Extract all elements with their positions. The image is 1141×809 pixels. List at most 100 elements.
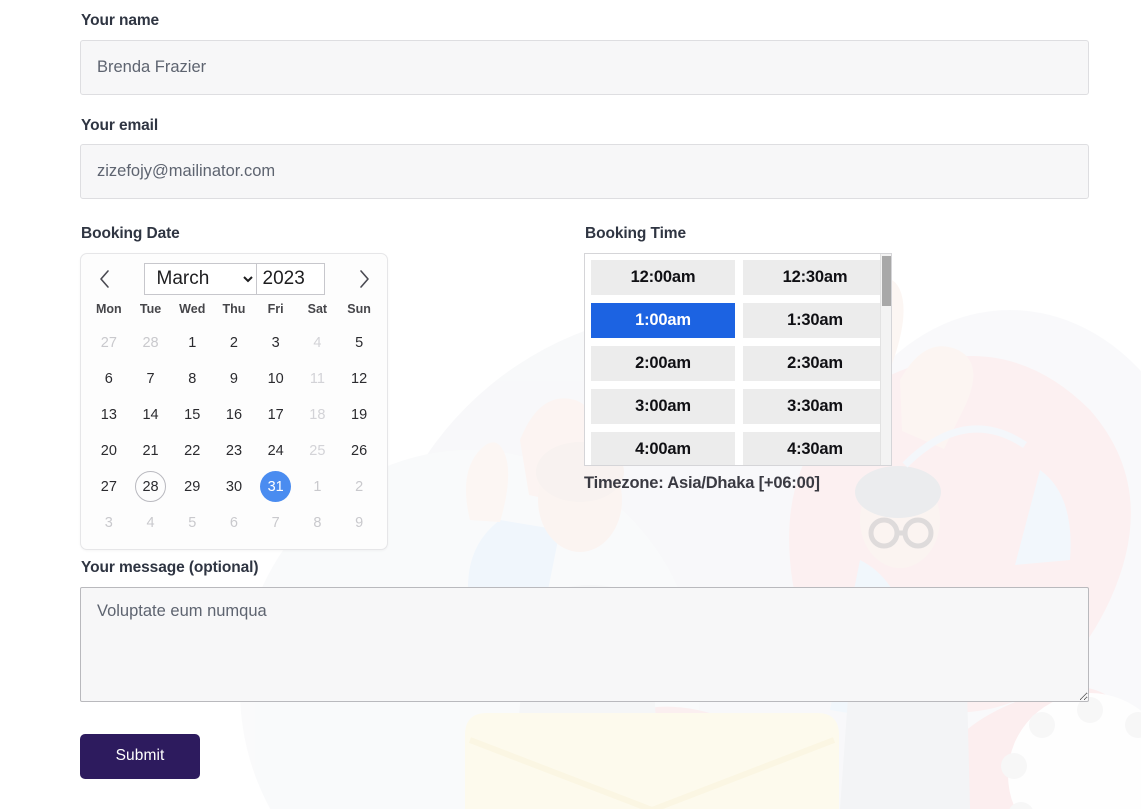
calendar-week-row: 27 28 29 30 31 12 [88, 469, 380, 505]
time-slot-12-30am[interactable]: 12:30am [743, 260, 887, 295]
chevron-left-icon[interactable] [91, 266, 117, 292]
calendar-day-cell: 7 [255, 505, 297, 541]
calendar-body: 2728123456789101112131415161718192021222… [88, 325, 380, 541]
email-label: Your email [81, 117, 1090, 136]
calendar-day-29[interactable]: 29 [177, 471, 208, 502]
calendar-day-cell: 18 [297, 397, 339, 433]
calendar-day-28[interactable]: 28 [135, 471, 166, 502]
calendar-day-cell: 20 [88, 433, 130, 469]
time-slot-4-00am[interactable]: 4:00am [591, 432, 735, 466]
calendar-day-cell: 22 [171, 433, 213, 469]
calendar-day-3: 3 [93, 507, 124, 538]
calendar-day-12[interactable]: 12 [344, 363, 375, 394]
time-list-scrollbar[interactable] [880, 254, 891, 465]
time-list-scrollbar-thumb[interactable] [882, 256, 891, 306]
calendar-day-cell: 13 [88, 397, 130, 433]
booking-date-label: Booking Date [81, 225, 570, 244]
calendar-day-1[interactable]: 1 [177, 327, 208, 358]
calendar-day-22[interactable]: 22 [177, 435, 208, 466]
time-slot-2-00am[interactable]: 2:00am [591, 346, 735, 381]
time-slot-row: 1:00am1:30am [591, 303, 887, 338]
calendar-weekday-sun: Sun [338, 300, 380, 325]
time-slot-4-30am[interactable]: 4:30am [743, 432, 887, 466]
calendar-day-cell: 4 [297, 325, 339, 361]
calendar-day-1: 1 [302, 471, 333, 502]
calendar-day-27[interactable]: 27 [93, 471, 124, 502]
calendar-day-10[interactable]: 10 [260, 363, 291, 394]
calendar-header: JanuaryFebruaryMarchAprilMayJuneJulyAugu… [88, 262, 380, 296]
calendar-day-31[interactable]: 31 [260, 471, 291, 502]
calendar-day-3[interactable]: 3 [260, 327, 291, 358]
calendar-day-4: 4 [135, 507, 166, 538]
calendar-day-6[interactable]: 6 [93, 363, 124, 394]
time-slot-row: 3:00am3:30am [591, 389, 887, 424]
calendar-day-cell: 7 [130, 361, 172, 397]
calendar-day-cell: 26 [338, 433, 380, 469]
booking-time-column: Booking Time 12:00am12:30am1:00am1:30am2… [584, 225, 904, 493]
calendar-day-15[interactable]: 15 [177, 399, 208, 430]
calendar-day-24[interactable]: 24 [260, 435, 291, 466]
booking-form: Your name Your email Booking Date [80, 12, 1090, 779]
calendar-day-9: 9 [344, 507, 375, 538]
calendar-day-cell: 2 [338, 469, 380, 505]
year-input[interactable] [257, 263, 325, 295]
calendar-day-8[interactable]: 8 [177, 363, 208, 394]
calendar-day-cell: 24 [255, 433, 297, 469]
calendar-day-2: 2 [344, 471, 375, 502]
time-slot-12-00am[interactable]: 12:00am [591, 260, 735, 295]
time-slot-list: 12:00am12:30am1:00am1:30am2:00am2:30am3:… [585, 254, 892, 466]
calendar-day-2[interactable]: 2 [218, 327, 249, 358]
booking-form-page: Your name Your email Booking Date [0, 0, 1141, 809]
calendar-day-7[interactable]: 7 [135, 363, 166, 394]
name-input[interactable] [80, 40, 1089, 95]
calendar-day-13[interactable]: 13 [93, 399, 124, 430]
calendar-day-27: 27 [93, 327, 124, 358]
calendar-day-26[interactable]: 26 [344, 435, 375, 466]
month-select[interactable]: JanuaryFebruaryMarchAprilMayJuneJulyAugu… [144, 263, 257, 295]
calendar-day-cell: 6 [88, 361, 130, 397]
calendar-weekday-fri: Fri [255, 300, 297, 325]
calendar-day-cell: 10 [255, 361, 297, 397]
calendar-day-cell: 5 [171, 505, 213, 541]
time-slot-3-30am[interactable]: 3:30am [743, 389, 887, 424]
calendar-day-14[interactable]: 14 [135, 399, 166, 430]
calendar-weekday-header: MonTueWedThuFriSatSun [88, 300, 380, 325]
calendar-day-18: 18 [302, 399, 333, 430]
calendar-day-17[interactable]: 17 [260, 399, 291, 430]
time-slot-1-30am[interactable]: 1:30am [743, 303, 887, 338]
calendar-day-8: 8 [302, 507, 333, 538]
calendar-day-7: 7 [260, 507, 291, 538]
message-textarea[interactable]: Voluptate eum numqua [80, 587, 1089, 702]
calendar-day-9[interactable]: 9 [218, 363, 249, 394]
calendar-day-cell: 12 [338, 361, 380, 397]
calendar-weekday-wed: Wed [171, 300, 213, 325]
time-slot-3-00am[interactable]: 3:00am [591, 389, 735, 424]
time-slot-2-30am[interactable]: 2:30am [743, 346, 887, 381]
chevron-right-icon[interactable] [351, 266, 377, 292]
calendar-day-5: 5 [177, 507, 208, 538]
calendar-day-20[interactable]: 20 [93, 435, 124, 466]
calendar-day-cell: 25 [297, 433, 339, 469]
calendar-week-row: 3456789 [88, 505, 380, 541]
time-slot-1-00am[interactable]: 1:00am [591, 303, 735, 338]
calendar-day-cell: 29 [171, 469, 213, 505]
calendar-week-row: 6789101112 [88, 361, 380, 397]
calendar-day-19[interactable]: 19 [344, 399, 375, 430]
email-input[interactable] [80, 144, 1089, 199]
calendar-day-cell: 3 [88, 505, 130, 541]
calendar-day-21[interactable]: 21 [135, 435, 166, 466]
calendar-day-4: 4 [302, 327, 333, 358]
calendar-weekday-tue: Tue [130, 300, 172, 325]
calendar-week-row: 13 14 15 16 17 18 19 [88, 397, 380, 433]
calendar-day-cell: 28 [130, 469, 172, 505]
calendar-day-5[interactable]: 5 [344, 327, 375, 358]
calendar-day-23[interactable]: 23 [218, 435, 249, 466]
submit-button[interactable]: Submit [80, 734, 200, 779]
calendar-day-cell: 21 [130, 433, 172, 469]
name-field-group: Your name [80, 12, 1090, 95]
calendar-day-30[interactable]: 30 [218, 471, 249, 502]
calendar-day-cell: 1 [171, 325, 213, 361]
date-time-row: Booking Date JanuaryFebruaryMarchAprilMa… [80, 225, 1090, 529]
calendar-day-16[interactable]: 16 [218, 399, 249, 430]
time-slot-row: 4:00am4:30am [591, 432, 887, 466]
